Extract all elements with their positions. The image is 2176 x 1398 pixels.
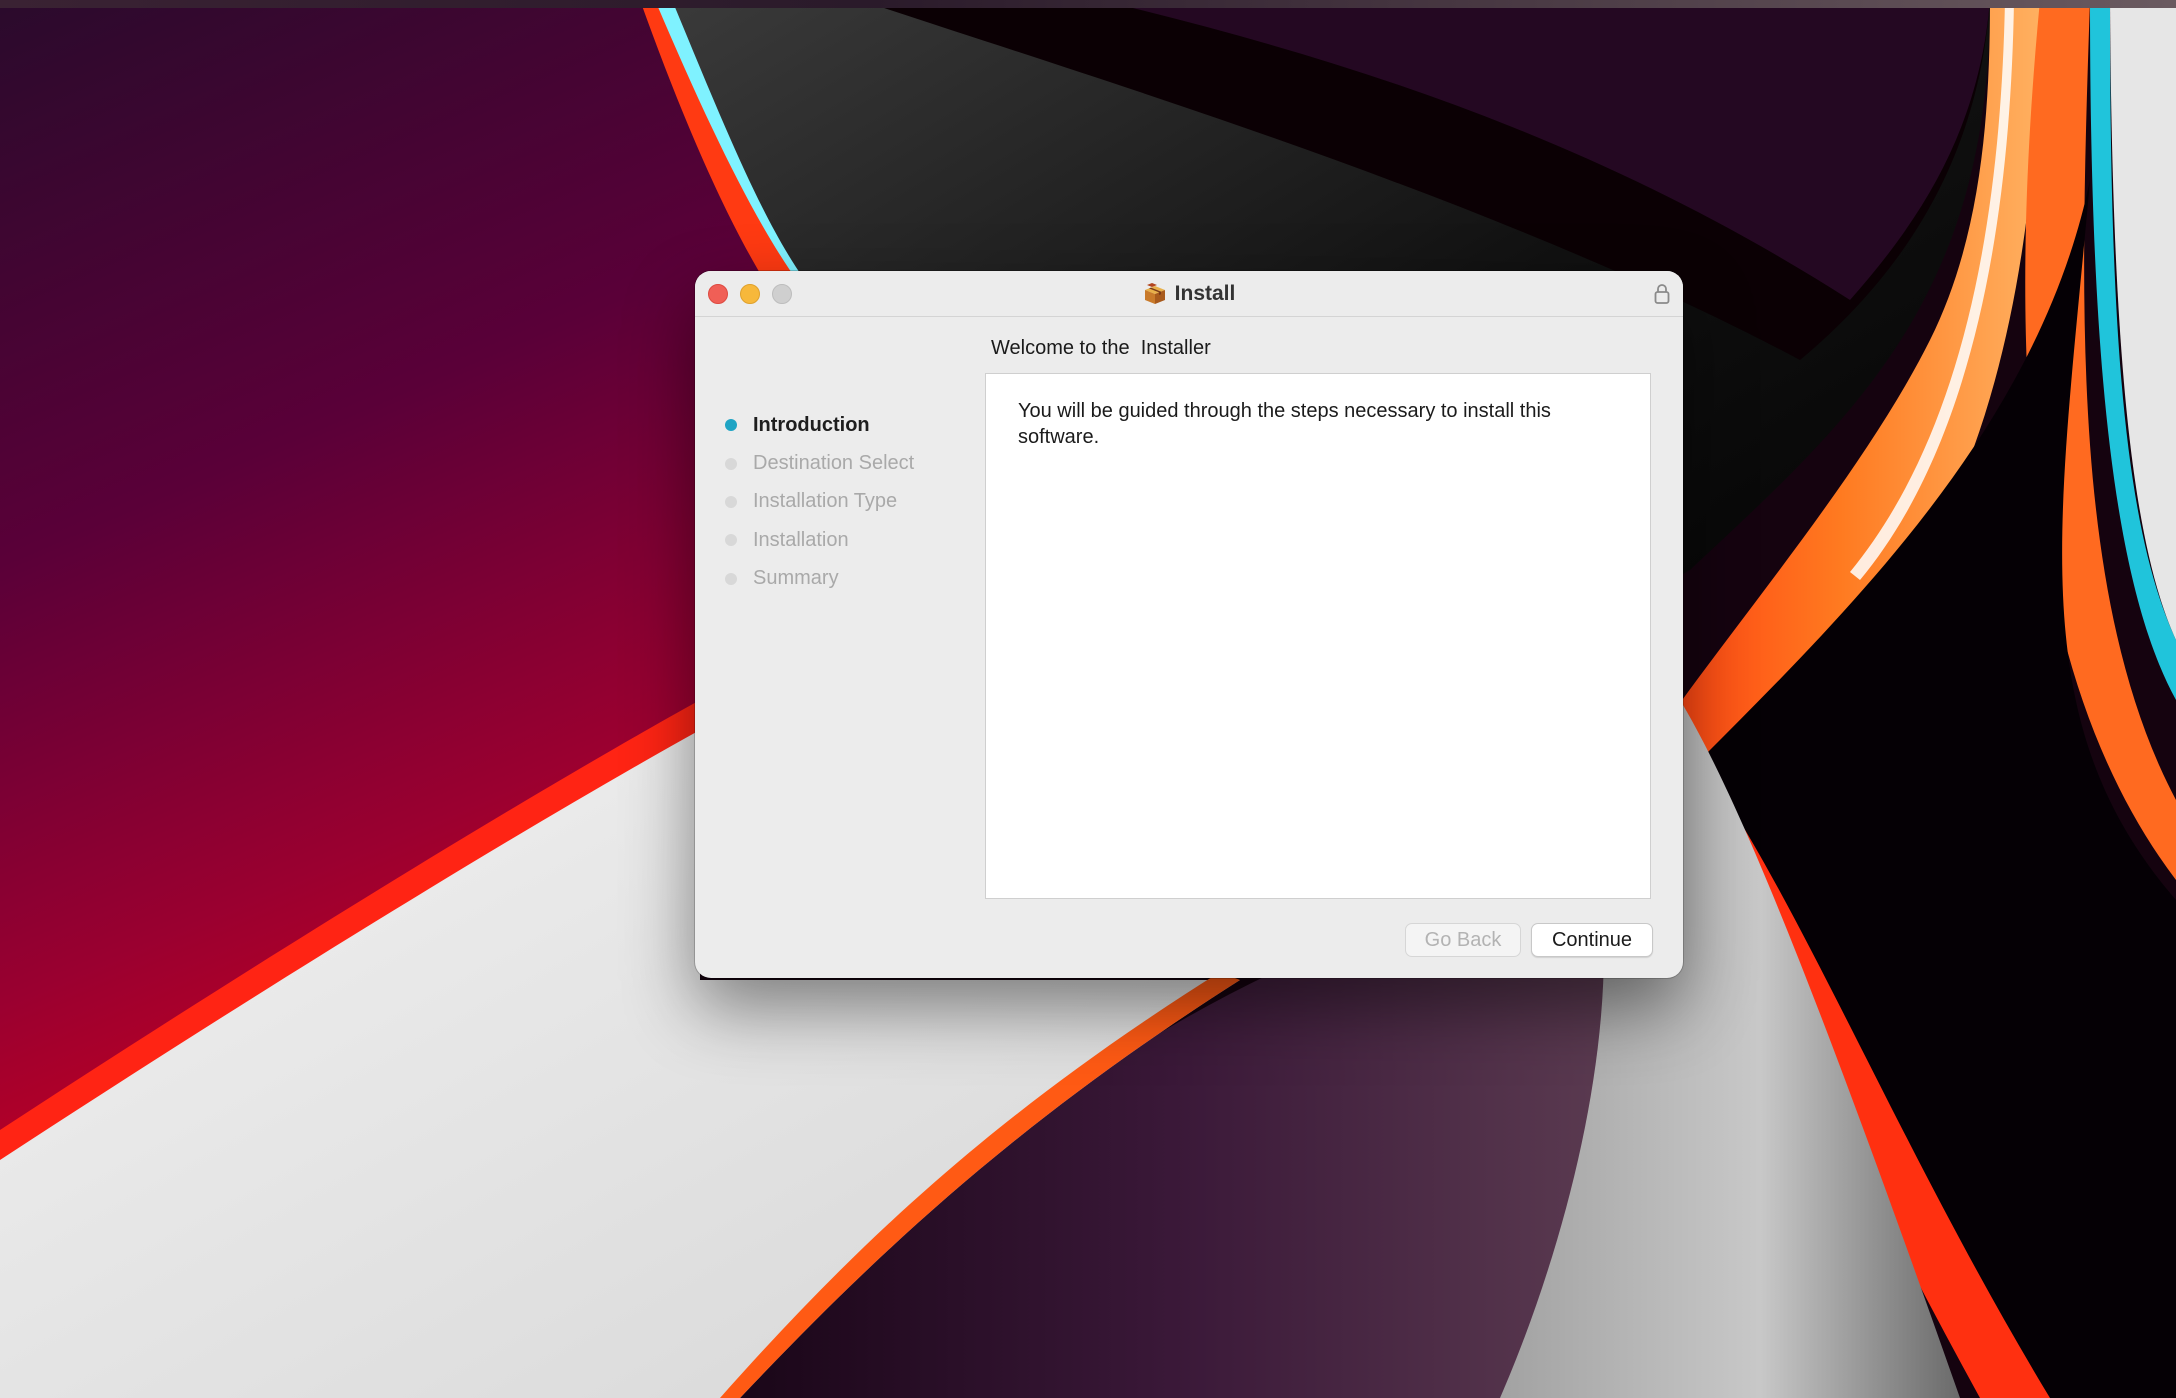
window-title: Install — [1174, 281, 1236, 305]
introduction-text: You will be guided through the steps nec… — [1018, 400, 1551, 448]
step-summary: Summary — [725, 560, 975, 598]
go-back-button[interactable]: Go Back — [1405, 923, 1521, 957]
step-installation: Installation — [725, 521, 975, 559]
package-icon — [1144, 282, 1165, 304]
content-pane: You will be guided through the steps nec… — [985, 373, 1651, 899]
step-label: Introduction — [753, 413, 870, 436]
installer-steps: Introduction Destination Select Installa… — [725, 406, 975, 598]
step-indicator — [725, 457, 737, 470]
step-indicator — [725, 572, 737, 585]
menu-bar-strip — [0, 0, 2176, 8]
step-destination-select: Destination Select — [725, 444, 975, 482]
step-indicator — [725, 534, 737, 547]
step-installation-type: Installation Type — [725, 483, 975, 521]
continue-button[interactable]: Continue — [1531, 923, 1653, 957]
title-bar[interactable]: Install — [695, 271, 1683, 317]
step-label: Installation Type — [753, 490, 898, 513]
step-indicator — [725, 495, 737, 508]
lock-icon[interactable] — [1653, 283, 1671, 305]
desktop: Install Introduction Destination Select … — [0, 0, 2176, 1398]
step-label: Summary — [753, 567, 839, 590]
content-heading: Welcome to the Installer — [991, 337, 1211, 359]
step-indicator-active — [725, 419, 737, 432]
window-title-group: Install — [695, 271, 1683, 316]
installer-window: Install Introduction Destination Select … — [695, 271, 1683, 978]
step-introduction: Introduction — [725, 406, 975, 444]
step-label: Destination Select — [753, 452, 915, 475]
step-label: Installation — [753, 528, 849, 551]
